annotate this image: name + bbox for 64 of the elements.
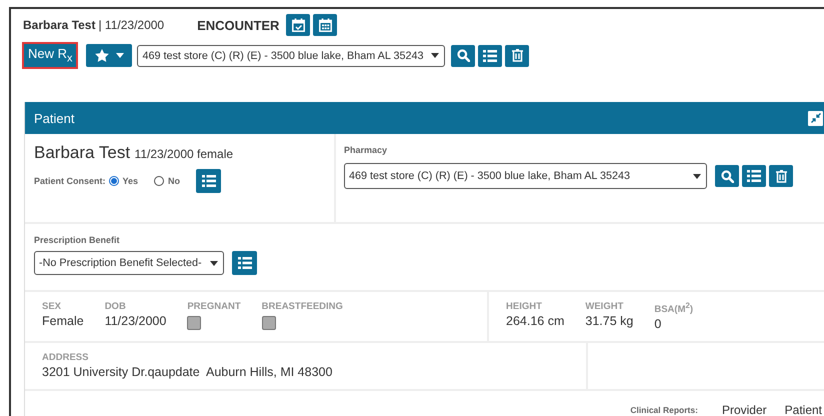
trash-icon xyxy=(512,49,523,62)
checkbox[interactable] xyxy=(262,316,276,330)
calendar-check-icon xyxy=(292,18,305,32)
caret-icon xyxy=(210,260,218,266)
address-label: ADDRESS xyxy=(42,352,90,363)
search-icon xyxy=(720,170,734,182)
list-icon xyxy=(202,175,216,187)
radio-button[interactable] xyxy=(154,176,164,186)
radio-button[interactable] xyxy=(108,176,119,186)
caret-icon xyxy=(431,53,440,58)
list-icon xyxy=(483,50,498,62)
compress-icon xyxy=(810,113,820,123)
benefit-label: Prescription Benefit xyxy=(34,235,121,245)
star-icon xyxy=(94,49,109,62)
list-button[interactable] xyxy=(478,44,502,66)
patient-name: Barbara Test xyxy=(23,18,96,32)
fact-value: Female xyxy=(42,314,84,328)
pharmacy-select[interactable]: 469 test store (C) (R) (E) - 3500 blue lake, Bham AL 35243 xyxy=(137,44,446,66)
consent-radio[interactable]: Yes xyxy=(108,176,138,186)
list-button[interactable] xyxy=(742,165,766,187)
pharmacy-select[interactable]: 469 test store (C) (R) (E) - 3500 blue lake, Bham AL 35243 xyxy=(344,163,707,189)
collapse-button[interactable] xyxy=(807,110,824,126)
delete-button[interactable] xyxy=(769,165,793,187)
favorites-dropdown-button[interactable] xyxy=(86,44,132,67)
calendar-icon xyxy=(318,18,332,32)
caret-icon xyxy=(116,53,124,58)
patient-details: 11/23/2000 female xyxy=(134,147,234,161)
measure-value: 264.16 cm xyxy=(506,314,564,328)
list-button[interactable] xyxy=(196,169,222,193)
fact-label: BREASTFEEDING xyxy=(262,301,343,312)
measure-label: HEIGHT xyxy=(506,301,543,312)
patient-dob: | 11/23/2000 xyxy=(98,18,164,32)
fact-value: 11/23/2000 xyxy=(104,314,166,328)
delete-button[interactable] xyxy=(505,44,530,66)
fact-label: PREGNANT xyxy=(187,301,241,312)
measure-value: 0 xyxy=(654,317,662,332)
list-button[interactable] xyxy=(232,251,257,275)
search-icon xyxy=(456,49,470,62)
patient-name: Barbara Test xyxy=(34,143,130,162)
search-button[interactable] xyxy=(715,165,739,187)
report-link[interactable]: Patient xyxy=(784,403,822,416)
list-icon xyxy=(747,170,761,182)
new-rx-button[interactable]: New R$_{x}$ xyxy=(22,42,78,69)
trash-icon xyxy=(776,170,786,182)
report-link[interactable]: Provider xyxy=(722,403,767,416)
clinical-reports-label: Clinical Reports: xyxy=(630,405,698,415)
caret-icon xyxy=(693,174,701,178)
fact-label: DOB xyxy=(104,301,127,312)
measure-value: 31.75 kg xyxy=(585,314,634,328)
measure-label: BSA(M$^{2}$) xyxy=(654,301,694,316)
measure-label: WEIGHT xyxy=(585,301,624,312)
fact-label: SEX xyxy=(42,301,62,312)
search-button[interactable] xyxy=(451,44,476,66)
consent-radio[interactable]: No xyxy=(154,176,180,186)
consent-label: Patient Consent: xyxy=(34,176,106,186)
encounter-label: ENCOUNTER xyxy=(197,18,280,32)
checkbox[interactable] xyxy=(187,316,202,330)
pharmacy-label: Pharmacy xyxy=(344,145,388,155)
address-value: 3201 University Dr.qaupdate Auburn Hills, MI 48300 xyxy=(42,365,334,379)
calendar-button[interactable] xyxy=(313,14,338,36)
calendar-check-button[interactable] xyxy=(286,14,310,36)
panel-title: Patient xyxy=(34,110,74,126)
benefit-select[interactable]: -No Prescription Benefit Selected- xyxy=(34,251,224,275)
list-icon xyxy=(238,257,252,269)
